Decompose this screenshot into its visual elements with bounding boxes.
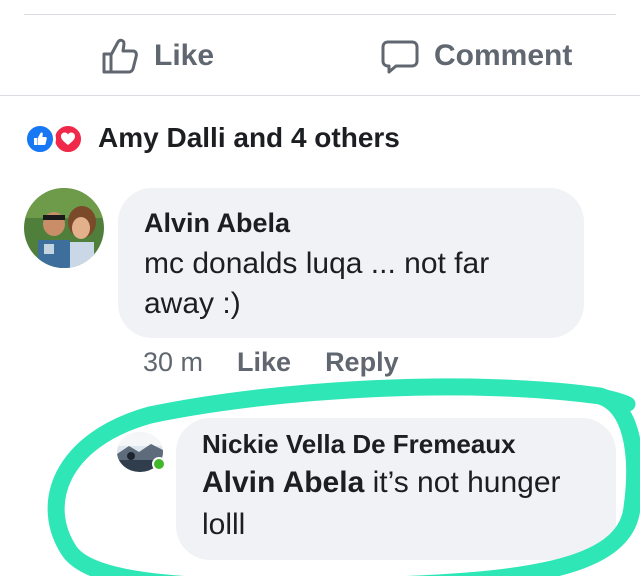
like-button[interactable]: Like xyxy=(100,34,214,78)
reactions-summary[interactable]: Amy Dalli and 4 others xyxy=(24,118,400,158)
reaction-icons xyxy=(24,120,92,156)
comment-bubble: Alvin Abela mc donalds luqa ... not far … xyxy=(118,188,584,338)
top-divider xyxy=(24,14,616,15)
comment-button[interactable]: Comment xyxy=(380,34,572,78)
comment-timestamp[interactable]: 30 m xyxy=(143,347,203,378)
reply-text: Alvin Abela it’s not hunger lolll xyxy=(202,462,592,546)
love-reaction-icon xyxy=(52,123,84,155)
reactions-summary-text: Amy Dalli and 4 others xyxy=(98,122,400,153)
reply-bubble: Nickie Vella De Fremeaux Alvin Abela it’… xyxy=(176,418,616,560)
action-divider xyxy=(0,95,640,96)
comment-text: mc donalds luqa ... not far away :) xyxy=(144,247,490,320)
commenter-avatar[interactable] xyxy=(24,188,104,268)
comment-button-label: Comment xyxy=(434,39,573,72)
reply-mention[interactable]: Alvin Abela xyxy=(202,466,364,499)
comment-meta: 30 m Like Reply xyxy=(143,344,399,380)
comment-reply-link[interactable]: Reply xyxy=(325,347,399,378)
comment-author[interactable]: Alvin Abela xyxy=(144,206,560,240)
thumbs-up-icon xyxy=(102,38,138,74)
comment-like-link[interactable]: Like xyxy=(237,347,291,378)
online-status-indicator xyxy=(152,457,166,471)
speech-bubble-icon xyxy=(381,40,419,74)
reply-author[interactable]: Nickie Vella De Fremeaux xyxy=(202,428,592,460)
like-button-label: Like xyxy=(154,39,215,72)
like-reaction-icon xyxy=(24,123,56,155)
post-action-bar: Like Comment xyxy=(0,22,640,92)
